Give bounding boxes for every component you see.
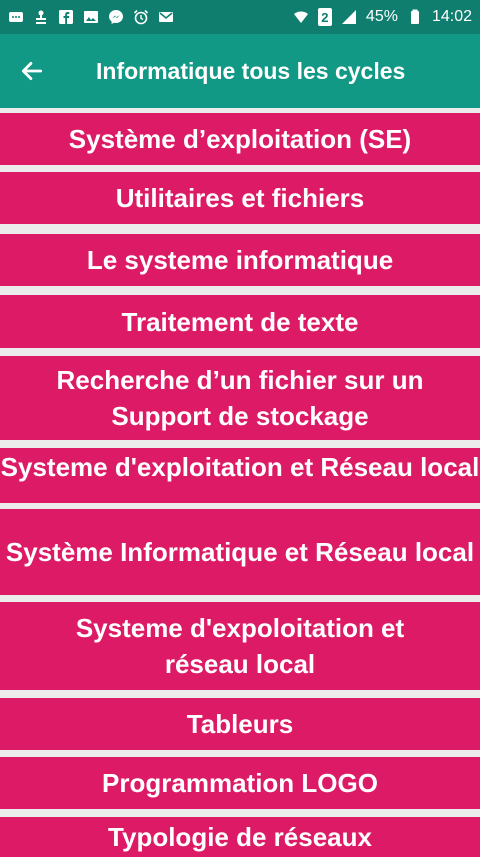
list-item[interactable]: Systeme d'expoloitation et réseau local	[0, 602, 480, 690]
list-item[interactable]: Tableurs	[0, 698, 480, 750]
list-item-label: Utilitaires et fichiers	[115, 183, 365, 213]
alarm-icon	[133, 9, 149, 25]
signal-icon	[341, 9, 357, 25]
list-item-label: Le systeme informatique	[86, 245, 394, 275]
status-bar-right: 2 45% 14:02	[293, 8, 472, 26]
status-bar-left	[8, 9, 174, 25]
list-item[interactable]: Système d’exploitation (SE)	[0, 113, 480, 165]
list-item-label: Typologie de réseaux	[108, 822, 372, 852]
list-item-label: Traitement de texte	[121, 306, 359, 337]
list-item-label: Recherche d’un fichier sur un Support de…	[56, 365, 424, 431]
app-bar: Informatique tous les cycles	[0, 34, 480, 108]
battery-icon	[407, 9, 423, 25]
bbm-icon	[8, 9, 24, 25]
list-item-label: Systeme d'expoloitation et réseau local	[75, 613, 405, 679]
status-bar: 2 45% 14:02	[0, 0, 480, 34]
clock: 14:02	[431, 8, 472, 25]
arrow-left-icon	[21, 62, 43, 80]
list-item-label: Systeme d'exploitation et Réseau local	[0, 452, 480, 482]
list-item[interactable]: Programmation LOGO	[0, 757, 480, 809]
list-item-label: Tableurs	[186, 709, 294, 739]
list-item[interactable]: Utilitaires et fichiers	[0, 172, 480, 224]
list-item[interactable]: Typologie de réseaux	[0, 817, 480, 857]
list-item-label: Système d’exploitation (SE)	[68, 124, 412, 154]
messenger-icon	[108, 9, 124, 25]
list-item-label: Système Informatique et Réseau local	[5, 537, 475, 567]
notification-icon	[33, 9, 49, 25]
list-item[interactable]: Le systeme informatique	[0, 234, 480, 286]
gmail-icon	[158, 9, 174, 25]
facebook-icon	[58, 9, 74, 25]
list-item-label: Programmation LOGO	[102, 768, 378, 798]
list-item[interactable]: Traitement de texte	[0, 295, 480, 348]
back-button[interactable]	[0, 34, 64, 108]
gallery-icon	[83, 9, 99, 25]
wifi-icon	[293, 9, 309, 25]
list-item[interactable]: Système Informatique et Réseau local	[0, 509, 480, 595]
sim-badge-icon: 2	[317, 8, 332, 26]
battery-percent: 45%	[365, 8, 398, 25]
sim-badge: 2	[321, 9, 329, 25]
list-item[interactable]: Recherche d’un fichier sur un Support de…	[0, 356, 480, 440]
list-item[interactable]: Systeme d'exploitation et Réseau local	[0, 448, 480, 503]
page-title: Informatique tous les cycles	[96, 57, 406, 84]
